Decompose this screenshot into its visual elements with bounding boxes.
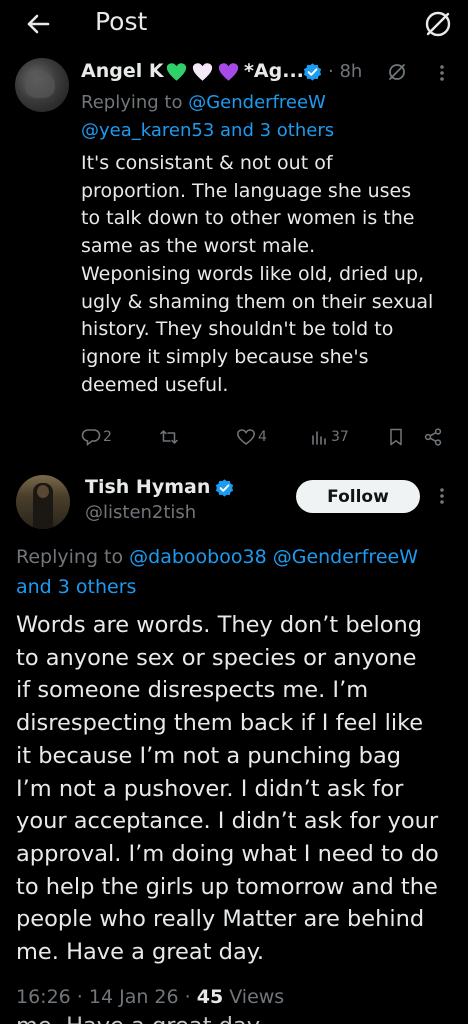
page-title: Post: [95, 7, 148, 36]
views-button[interactable]: 37: [309, 425, 349, 449]
tweet-text: Words are words. They don’t belong to an…: [16, 612, 439, 966]
follow-button[interactable]: Follow: [296, 480, 420, 513]
more-options-icon[interactable]: [432, 484, 452, 508]
view-count: 37: [331, 429, 349, 445]
overlapping-text-fragment: me. Have a great day.: [16, 1013, 264, 1024]
mention-link[interactable]: @dabooboo38: [129, 546, 267, 568]
like-count: 4: [258, 429, 267, 445]
share-icon: [424, 428, 442, 446]
others-link[interactable]: and 3 others: [220, 120, 334, 141]
verified-badge-icon: [303, 63, 322, 81]
avatar-face: [37, 485, 49, 498]
mention-link[interactable]: @GenderfreeW: [273, 546, 418, 568]
bookmark-icon: [390, 428, 402, 446]
more-options-icon[interactable]: [432, 62, 452, 84]
back-arrow-icon[interactable]: [22, 8, 54, 40]
author-name[interactable]: Angel K: [81, 60, 164, 82]
grok-icon[interactable]: [386, 61, 408, 83]
purple-heart-icon: [218, 63, 239, 81]
avatar[interactable]: [16, 475, 70, 529]
verified-badge-icon: [215, 479, 234, 497]
views-icon: [312, 431, 326, 445]
reply-icon: [81, 429, 101, 447]
replying-to: Replying to @GenderfreeW @yea_karen53 an…: [81, 89, 421, 145]
avatar[interactable]: [15, 58, 69, 112]
author-handle[interactable]: @listen2tish: [85, 502, 196, 523]
replying-label: Replying to: [16, 546, 124, 568]
like-icon: [237, 429, 255, 445]
replying-label: Replying to: [81, 92, 183, 113]
views-label: Views: [223, 986, 285, 1008]
author-name[interactable]: Tish Hyman: [85, 476, 210, 498]
author-name-suffix[interactable]: *Ag...: [244, 60, 304, 82]
reply-button[interactable]: 2: [81, 425, 112, 449]
share-button[interactable]: [423, 425, 443, 449]
post-timestamp[interactable]: 16:26 · 14 Jan 26 ·: [16, 986, 197, 1008]
tweet-text: It's consistant & not out of proportion.…: [81, 152, 434, 396]
action-bar: 2 4 37: [81, 425, 461, 451]
post-time[interactable]: · 8h: [328, 61, 362, 82]
bookmark-button[interactable]: [386, 425, 406, 449]
others-link[interactable]: and 3 others: [16, 576, 136, 598]
mention-link[interactable]: @yea_karen53: [81, 120, 214, 141]
mention-link[interactable]: @GenderfreeW: [188, 92, 326, 113]
white-heart-icon: [192, 63, 213, 81]
like-button[interactable]: 4: [236, 425, 267, 449]
green-heart-icon: [166, 63, 187, 81]
repost-button[interactable]: [159, 425, 179, 449]
repost-icon: [160, 430, 178, 444]
top-bar: Post: [0, 0, 468, 52]
reply-count: 2: [103, 429, 112, 445]
replying-to: Replying to @dabooboo38 @GenderfreeW and…: [16, 542, 466, 602]
post-meta: 16:26 · 14 Jan 26 · 45 Views: [16, 986, 284, 1008]
views-count: 45: [196, 986, 224, 1008]
grok-icon[interactable]: [421, 7, 455, 41]
